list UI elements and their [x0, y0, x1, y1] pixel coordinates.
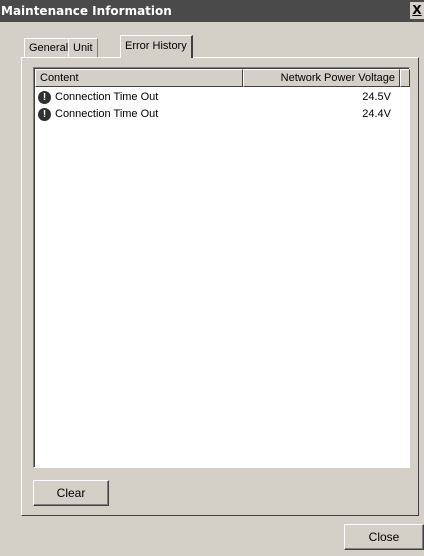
column-header-filler [400, 69, 410, 87]
title-bar: Maintenance Information X [0, 0, 424, 22]
tab-general[interactable]: General [24, 38, 74, 57]
list-item-voltage: 24.4V [362, 108, 391, 120]
error-history-list[interactable]: Content Network Power Voltage ! Connecti… [33, 67, 410, 468]
list-item[interactable]: ! Connection Time Out 24.4V [35, 106, 399, 123]
list-item-content: Connection Time Out [55, 108, 159, 120]
error-icon: ! [38, 108, 51, 121]
tab-unit[interactable]: Unit [68, 38, 98, 57]
column-header-content[interactable]: Content [35, 69, 243, 87]
close-icon[interactable]: X [410, 2, 424, 19]
clear-button[interactable]: Clear [33, 480, 109, 506]
column-header-network-power-voltage[interactable]: Network Power Voltage [243, 69, 400, 87]
close-button[interactable]: Close [344, 524, 424, 550]
list-item[interactable]: ! Connection Time Out 24.5V [35, 89, 399, 106]
list-item-voltage: 24.5V [362, 91, 391, 103]
window-title: Maintenance Information [1, 4, 172, 18]
list-item-content: Connection Time Out [55, 91, 159, 103]
error-icon: ! [38, 91, 51, 104]
tab-error-history[interactable]: Error History [120, 35, 193, 58]
